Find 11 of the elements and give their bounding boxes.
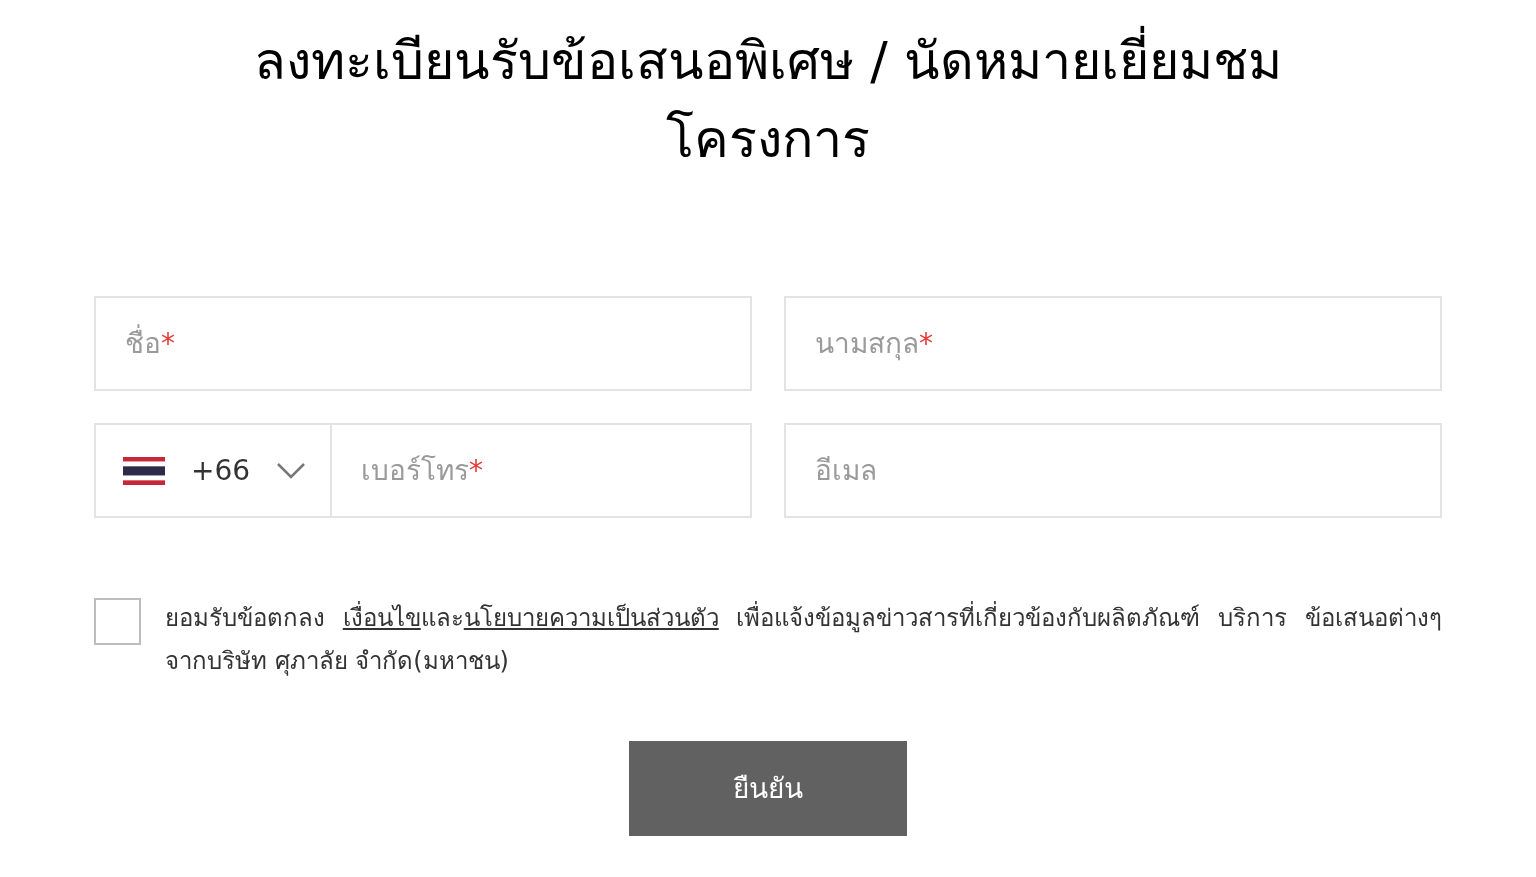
flag-icon [123,456,165,485]
input-field[interactable]: ชื่อ* [94,296,752,391]
input-field[interactable]: เบอร์โทร* [332,423,752,518]
checkbox[interactable] [94,598,141,645]
page-title: ลงทะเบียนรับข้อเสนอพิเศษ / นัดหมายเยี่ยมชมโครงการ [168,22,1368,178]
input-field[interactable]: นามสกุล* [784,296,1442,391]
link[interactable]: นโยบายความเป็นส่วนตัว [463,604,719,632]
submit-button[interactable]: ยืนยัน [629,741,907,836]
country-code-select[interactable]: +66 [94,423,332,518]
chevron-down-icon [276,461,306,480]
consent-text: ยอมรับข้อตกลง เงื่อนไขและนโยบายความเป็นส่วนตัว เพื่อแจ้งข้อมูลข่าวสารที่เกี่ยวข้องกับผลิตภัณฑ์ บริการ ข้อเสนอต่างๆ จากบริษัท ศุภาลัย จำกัด(มหาชน) [165,597,1442,683]
